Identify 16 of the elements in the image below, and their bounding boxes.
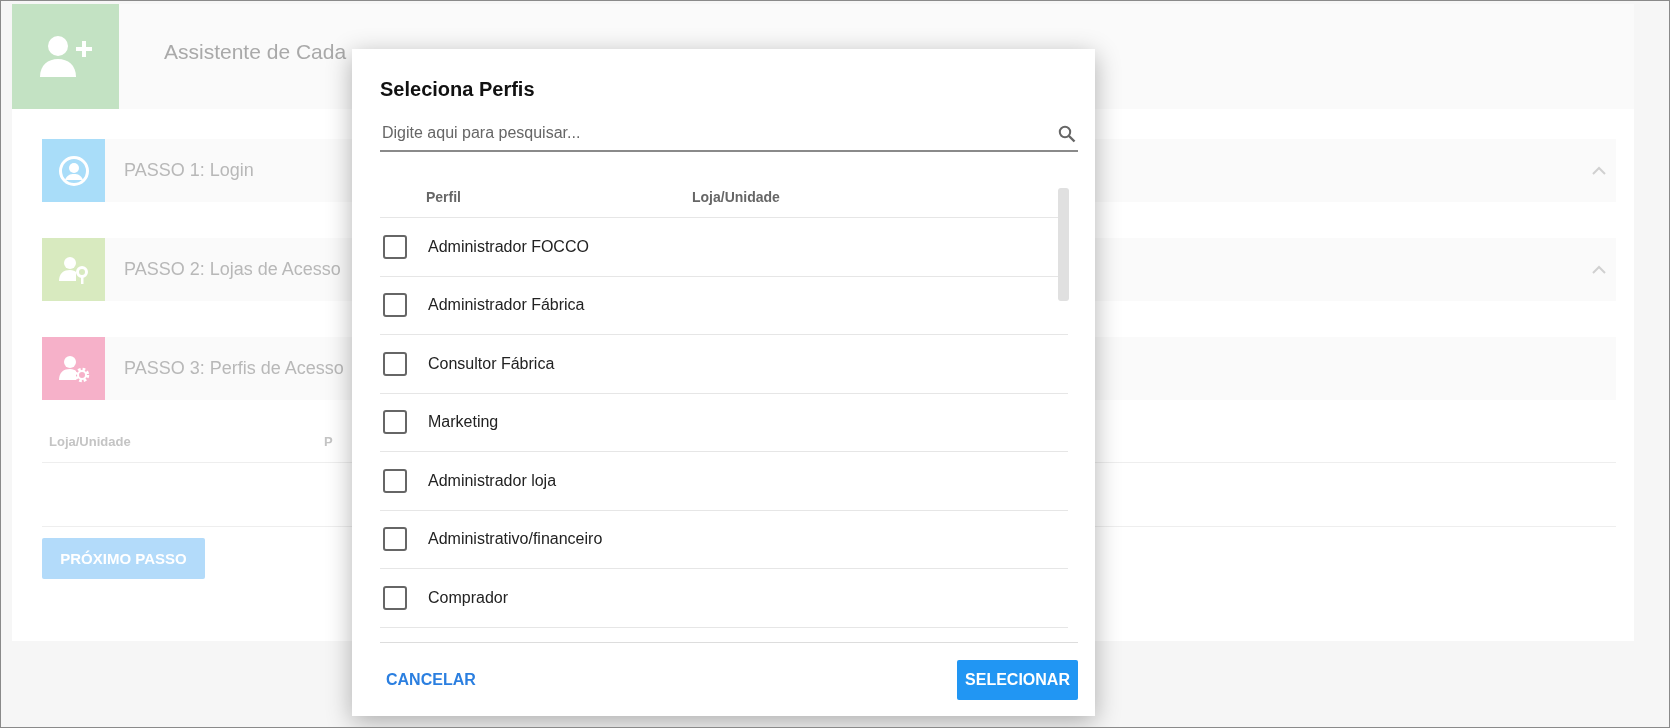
- dialog-title: Seleciona Perfis: [380, 78, 536, 101]
- step-title: PASSO 2: Lojas de Acesso: [124, 259, 341, 280]
- table-cell: Comprador: [428, 588, 509, 607]
- table-cell: Administrativo/financeiro: [428, 530, 603, 549]
- page-title: Assistente de Cada: [164, 39, 347, 64]
- column-header: Loja/Unidade: [49, 433, 132, 449]
- table-cell: Administrador Fábrica: [428, 296, 585, 315]
- step-title: PASSO 1: Login: [124, 160, 254, 181]
- column-header: Perfil: [426, 189, 462, 205]
- table-cell: Marketing: [428, 413, 499, 432]
- column-header: P: [324, 433, 333, 449]
- column-header: Loja/Unidade: [692, 189, 780, 205]
- table-cell: Administrador loja: [428, 471, 557, 490]
- table-cell: Consultor Fábrica: [428, 354, 555, 373]
- step-title: PASSO 3: Perfis de Acesso: [124, 358, 344, 379]
- table-cell: Administrador FOCCO: [428, 237, 589, 256]
